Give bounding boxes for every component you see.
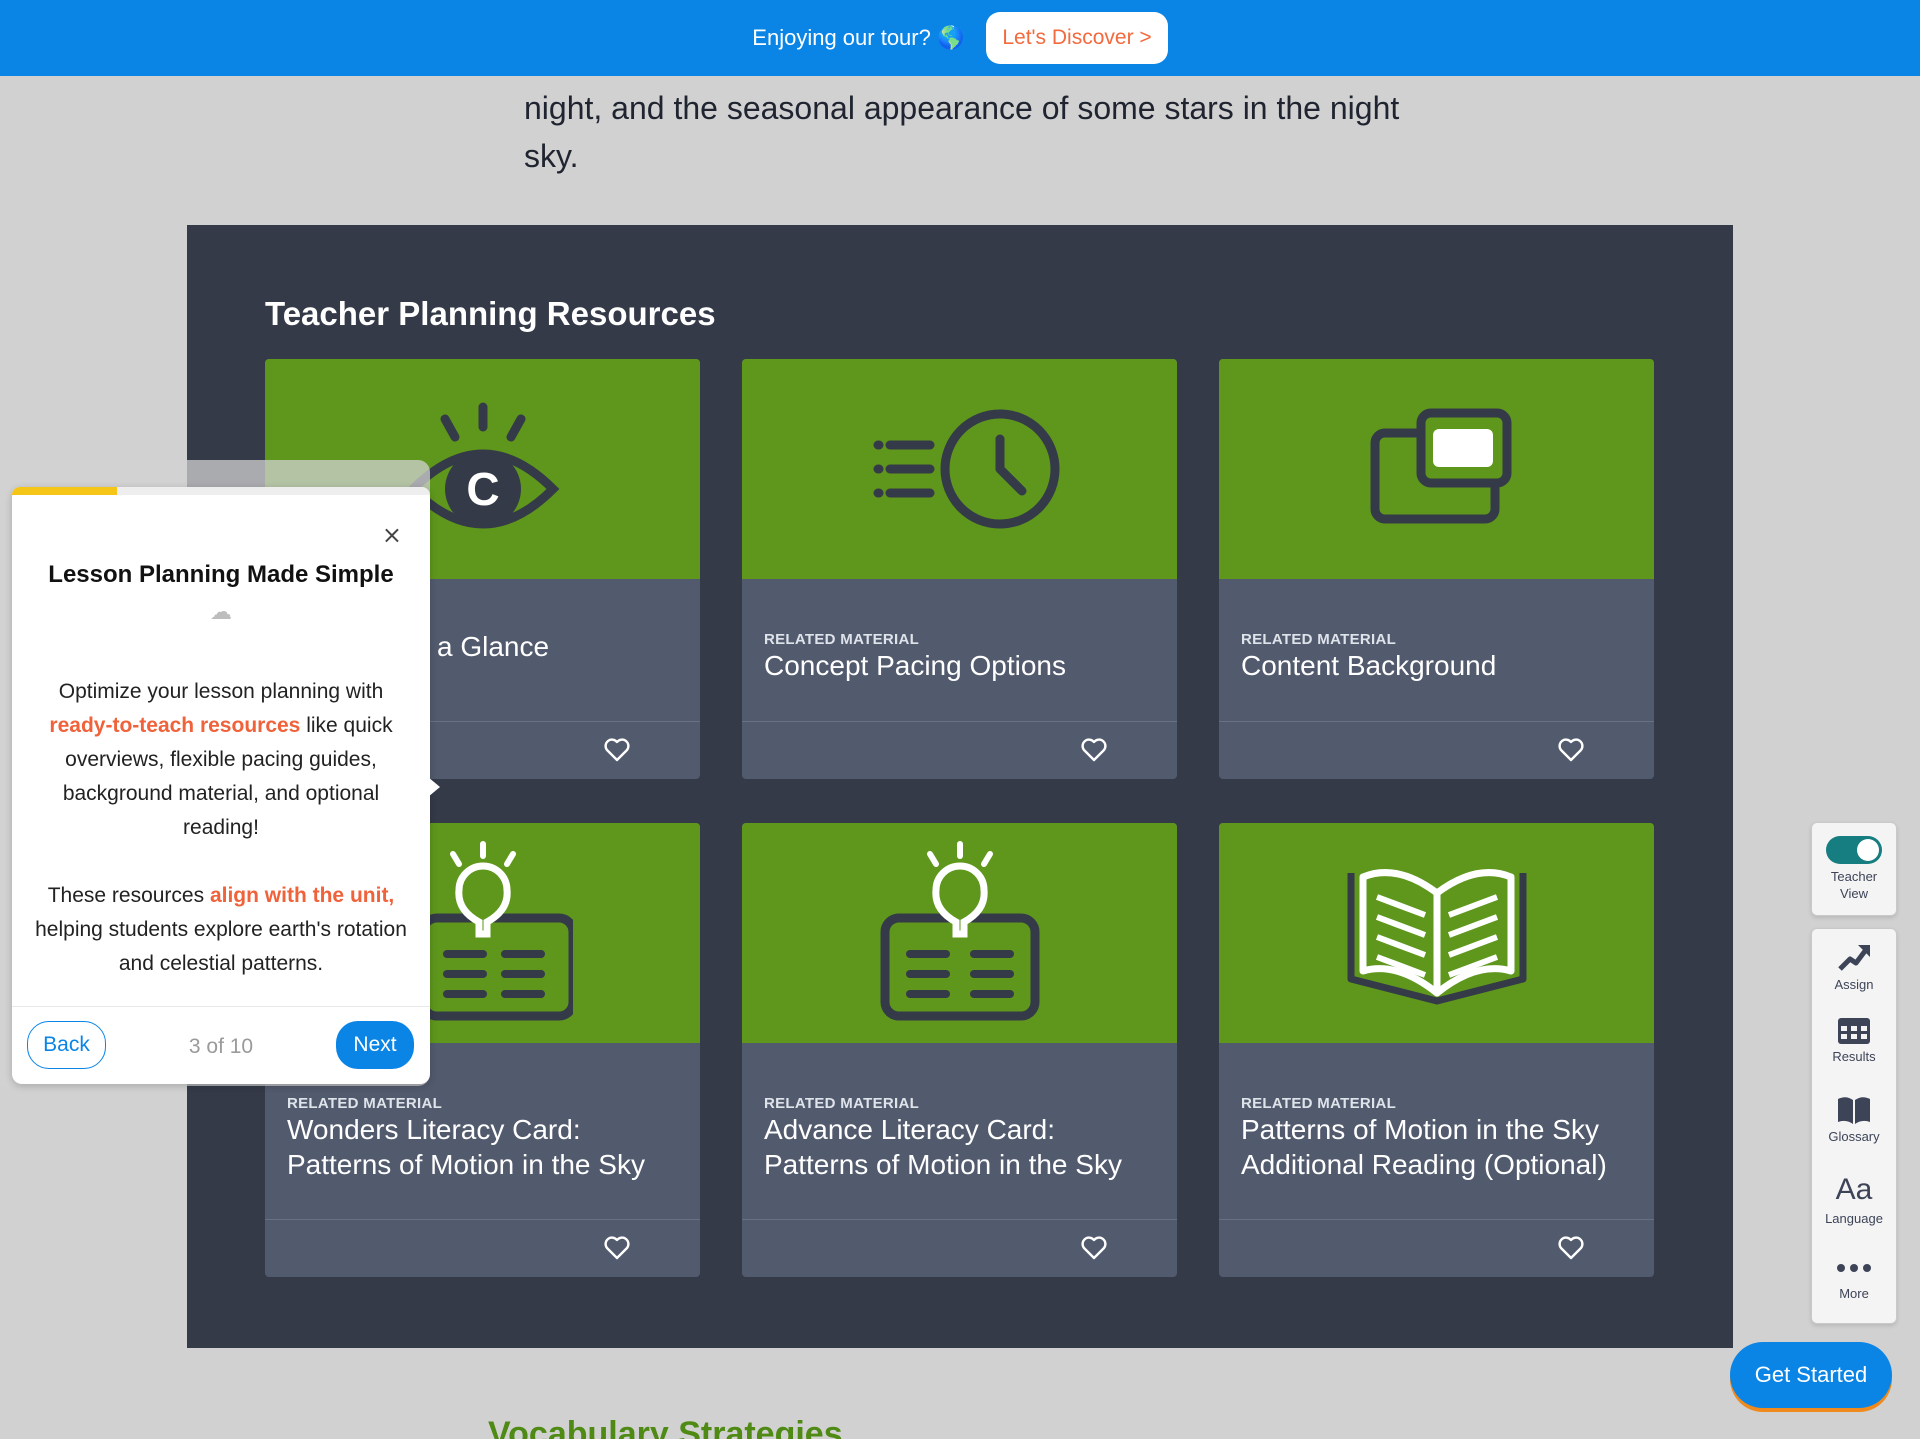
card-footer bbox=[742, 1219, 1177, 1277]
popup-text-fragment: helping students explore earth's rotatio… bbox=[35, 918, 407, 975]
glossary-label: Glossary bbox=[1828, 1129, 1880, 1144]
teacher-view-label: Teacher View bbox=[1830, 869, 1878, 901]
glossary-button[interactable]: Glossary bbox=[1812, 1089, 1896, 1169]
card-title: Advance Literacy Card: Patterns of Motio… bbox=[764, 1114, 1122, 1180]
calendar-icon bbox=[1838, 1018, 1870, 1044]
popup-paragraph-2: These resources align with the unit, hel… bbox=[34, 879, 408, 981]
resource-card-concept-pacing[interactable]: RELATED MATERIAL Concept Pacing Options bbox=[742, 359, 1177, 779]
tour-popup: × Lesson Planning Made Simple ☁ Optimize… bbox=[12, 487, 440, 1084]
resource-card-additional-reading[interactable]: RELATED MATERIAL Patterns of Motion in t… bbox=[1219, 823, 1654, 1277]
resource-card-content-background[interactable]: RELATED MATERIAL Content Background bbox=[1219, 359, 1654, 779]
open-book-icon bbox=[1347, 869, 1526, 1005]
card-banner bbox=[742, 359, 1177, 579]
cloud-icon: ☁ bbox=[210, 599, 232, 624]
heart-icon[interactable] bbox=[1558, 1236, 1584, 1260]
toggle-icon bbox=[1826, 836, 1882, 864]
heart-icon[interactable] bbox=[604, 1236, 630, 1260]
tour-progress-bar bbox=[12, 487, 117, 495]
lets-discover-button[interactable]: Let's Discover > bbox=[986, 12, 1168, 64]
popup-highlight: ready-to-teach resources bbox=[49, 714, 301, 737]
heart-icon[interactable] bbox=[1081, 738, 1107, 762]
panel-title: Teacher Planning Resources bbox=[265, 295, 716, 332]
tour-progress-track bbox=[12, 487, 430, 495]
card-footer bbox=[265, 1219, 700, 1277]
lightbulb-card-icon bbox=[880, 841, 1039, 1021]
card-kicker: RELATED MATERIAL bbox=[1241, 631, 1397, 648]
card-footer bbox=[1219, 1219, 1654, 1277]
popup-title: Lesson Planning Made Simple bbox=[48, 561, 394, 588]
book-icon bbox=[1838, 1097, 1870, 1124]
vocabulary-heading: Vocabulary Strategies bbox=[488, 1415, 843, 1439]
card-title: Content Background bbox=[1241, 650, 1497, 681]
popup-pointer bbox=[428, 777, 440, 797]
card-title: Concept Pacing Options bbox=[764, 650, 1066, 681]
close-icon[interactable]: × bbox=[382, 523, 402, 547]
popup-paragraph-1: Optimize your lesson planning with ready… bbox=[34, 675, 408, 845]
card-title: Wonders Literacy Card: Patterns of Motio… bbox=[287, 1114, 645, 1180]
popup-body: Optimize your lesson planning with ready… bbox=[34, 675, 408, 981]
teacher-view-toggle[interactable]: Teacher View bbox=[1812, 823, 1896, 902]
card-kicker: RELATED MATERIAL bbox=[287, 1095, 443, 1112]
card-footer bbox=[742, 721, 1177, 779]
popup-text-fragment: These resources bbox=[47, 884, 210, 907]
heart-icon[interactable] bbox=[1558, 738, 1584, 762]
language-label: Language bbox=[1825, 1211, 1883, 1226]
language-button[interactable]: Aa Language bbox=[1812, 1169, 1896, 1249]
card-kicker: RELATED MATERIAL bbox=[1241, 1095, 1397, 1112]
heart-icon[interactable] bbox=[604, 738, 630, 762]
clock-speed-icon bbox=[873, 409, 1059, 529]
more-dots-icon bbox=[1837, 1264, 1871, 1272]
next-button[interactable]: Next bbox=[336, 1021, 414, 1069]
card-footer bbox=[1219, 721, 1654, 779]
card-banner bbox=[742, 823, 1177, 1043]
assign-label: Assign bbox=[1834, 977, 1874, 992]
card-banner bbox=[1219, 359, 1654, 579]
more-label: More bbox=[1839, 1286, 1869, 1301]
popup-footer: Back 3 of 10 Next bbox=[12, 1006, 430, 1084]
card-banner bbox=[1219, 823, 1654, 1043]
assign-icon bbox=[1838, 945, 1870, 971]
card-title: Patterns of Motion in the Sky Additional… bbox=[1241, 1114, 1607, 1180]
banner-text: Enjoying our tour? 🌎 bbox=[752, 25, 965, 50]
popup-highlight: align with the unit, bbox=[209, 884, 395, 907]
tour-banner: Enjoying our tour? 🌎 Let's Discover > bbox=[0, 0, 1920, 76]
card-kicker: RELATED MATERIAL bbox=[764, 1095, 920, 1112]
intro-paragraph: night, and the seasonal appearance of so… bbox=[524, 90, 1400, 174]
more-button[interactable]: More bbox=[1812, 1249, 1896, 1319]
card-kicker: RELATED MATERIAL bbox=[764, 631, 920, 648]
assign-button[interactable]: Assign bbox=[1812, 929, 1896, 1009]
get-started-button[interactable]: Get Started bbox=[1730, 1342, 1892, 1408]
popup-text-fragment: Optimize your lesson planning with bbox=[58, 680, 384, 703]
results-button[interactable]: Results bbox=[1812, 1009, 1896, 1089]
windows-icon bbox=[1370, 408, 1511, 524]
svg-text:C: C bbox=[466, 463, 499, 515]
language-aa-icon: Aa bbox=[1835, 1173, 1873, 1206]
side-toolbar: Assign Results Glossary Aa Language More bbox=[1811, 928, 1897, 1324]
heart-icon[interactable] bbox=[1081, 1236, 1107, 1260]
results-label: Results bbox=[1832, 1049, 1876, 1064]
resource-card-advance-literacy[interactable]: RELATED MATERIAL Advance Literacy Card: … bbox=[742, 823, 1177, 1277]
teacher-view-toggle-box: Teacher View bbox=[1811, 822, 1897, 916]
